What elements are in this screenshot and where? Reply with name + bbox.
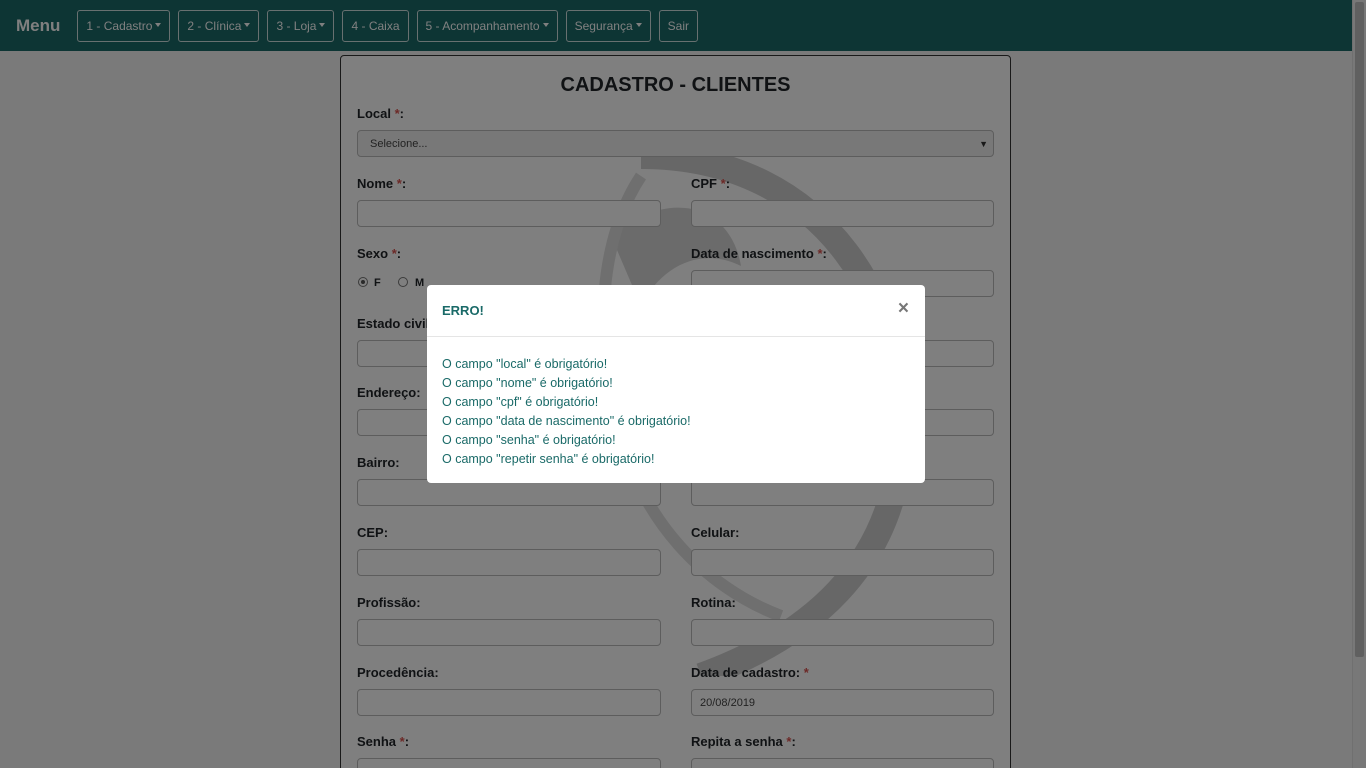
error-message: O campo "local" é obrigatório! <box>442 357 608 371</box>
error-message: O campo "data de nascimento" é obrigatór… <box>442 414 691 428</box>
modal-divider <box>427 336 925 337</box>
error-message: O campo "nome" é obrigatório! <box>442 376 613 390</box>
error-message: O campo "senha" é obrigatório! <box>442 433 616 447</box>
close-icon[interactable]: × <box>898 299 909 318</box>
error-message: O campo "repetir senha" é obrigatório! <box>442 452 655 466</box>
error-message: O campo "cpf" é obrigatório! <box>442 395 599 409</box>
modal-body: O campo "local" é obrigatório! O campo "… <box>442 355 691 469</box>
modal-title: ERRO! <box>442 303 484 318</box>
error-modal: ERRO! × O campo "local" é obrigatório! O… <box>427 285 925 483</box>
